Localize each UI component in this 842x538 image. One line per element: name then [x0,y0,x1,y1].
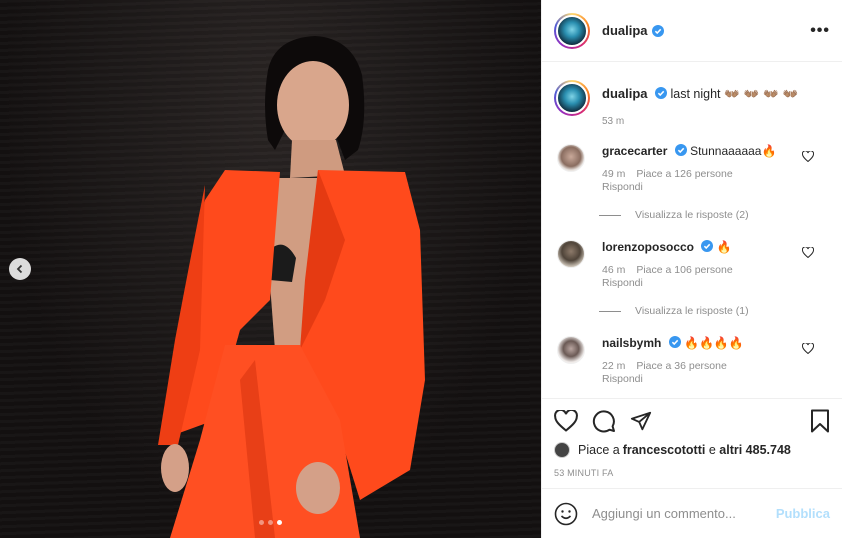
view-replies-button[interactable]: Visualizza le risposte (1) [599,305,830,317]
comment-emoji: 🔥 [716,240,732,254]
post-header: dualipa ••• [542,0,842,62]
more-options-button[interactable]: ••• [810,22,830,40]
caption-emoji: 👐🏽 👐🏽 👐🏽 👐🏽 [724,86,799,101]
likes-summary: Piace a francescototti e altri 485.748 [554,442,830,458]
post-side-panel: dualipa ••• dualipa last night 👐🏽 👐🏽 👐🏽 … [541,0,842,538]
view-replies-label[interactable]: Visualizza le risposte (1) [635,305,749,317]
comment-text: Stunnaaaaaa [690,144,762,158]
post-image[interactable] [0,0,541,538]
comment-username[interactable]: lorenzoposocco [602,240,694,254]
like-heart-icon[interactable] [554,410,578,432]
verified-badge-icon [655,87,667,99]
carousel-dots [259,520,282,525]
emoji-smiley-icon[interactable] [554,502,578,526]
caption-time[interactable]: 53 m [602,116,798,127]
save-bookmark-icon[interactable] [810,409,830,433]
share-paper-plane-icon[interactable] [630,410,652,432]
comment-likes[interactable]: Piace a 36 persone [636,360,726,372]
carousel-dot[interactable] [259,520,264,525]
previous-image-button[interactable] [9,258,31,280]
likes-prefix: Piace a [578,443,620,457]
comment-time[interactable]: 49 m [602,168,625,180]
commenter-avatar[interactable] [557,240,585,268]
woman-in-orange-suit-photo [158,36,425,538]
comment-username[interactable]: nailsbymh [602,336,661,350]
replies-divider [599,214,621,216]
comment-username[interactable]: gracecarter [602,144,667,158]
publish-button[interactable]: Pubblica [776,506,830,521]
carousel-dot-active[interactable] [277,520,282,525]
comment-item: lorenzoposocco 🔥 46 m Piace a 106 person… [554,240,830,289]
post-actions: Piace a francescototti e altri 485.748 5… [542,398,842,488]
likes-others-link[interactable]: altri 485.748 [719,443,791,457]
comment-input[interactable] [592,506,776,521]
author-avatar[interactable] [554,12,590,49]
post-caption: dualipa last night 👐🏽 👐🏽 👐🏽 👐🏽 53 m [554,62,830,127]
caption-username[interactable]: dualipa [602,86,648,101]
reply-button[interactable]: Rispondi [602,277,830,289]
liker-username[interactable]: francescototti [623,443,706,457]
comment-likes[interactable]: Piace a 106 persone [636,264,732,276]
comment-emoji: 🔥 [761,144,777,158]
like-comment-heart-icon[interactable] [802,151,814,162]
commenter-avatar[interactable] [557,336,585,364]
chevron-left-icon [16,264,23,274]
verified-badge-icon [651,24,664,37]
posted-time[interactable]: 53 MINUTI FA [554,468,830,478]
like-comment-heart-icon[interactable] [802,343,814,354]
verified-badge-icon [674,144,687,156]
liker-avatar[interactable] [554,442,570,458]
commenter-avatar[interactable] [557,144,585,172]
verified-badge-icon [668,336,681,348]
replies-divider [599,310,621,312]
view-replies-label[interactable]: Visualizza le risposte (2) [635,209,749,221]
comment-bubble-icon[interactable] [592,409,616,433]
reply-button[interactable]: Rispondi [602,373,830,385]
comment-item: gracecarter Stunnaaaaaa🔥 49 m Piace a 12… [554,144,830,193]
caption-avatar[interactable] [554,80,590,116]
view-replies-button[interactable]: Visualizza le risposte (2) [599,209,830,221]
comment-time[interactable]: 22 m [602,360,625,372]
comment-time[interactable]: 46 m [602,264,625,276]
comment-likes[interactable]: Piace a 126 persone [636,168,732,180]
reply-button[interactable]: Rispondi [602,181,830,193]
likes-middle: e [705,443,720,457]
caption-text: last night [670,87,721,101]
verified-badge-icon [701,240,714,252]
like-comment-heart-icon[interactable] [802,247,814,258]
comment-emoji: 🔥🔥🔥🔥 [684,336,744,350]
author-username[interactable]: dualipa [602,23,648,38]
comments-section[interactable]: dualipa last night 👐🏽 👐🏽 👐🏽 👐🏽 53 m grac… [542,62,842,398]
comment-item: nailsbymh 🔥🔥🔥🔥 22 m Piace a 36 persone R… [554,336,830,385]
carousel-dot[interactable] [268,520,273,525]
add-comment-bar: Pubblica [542,488,842,538]
